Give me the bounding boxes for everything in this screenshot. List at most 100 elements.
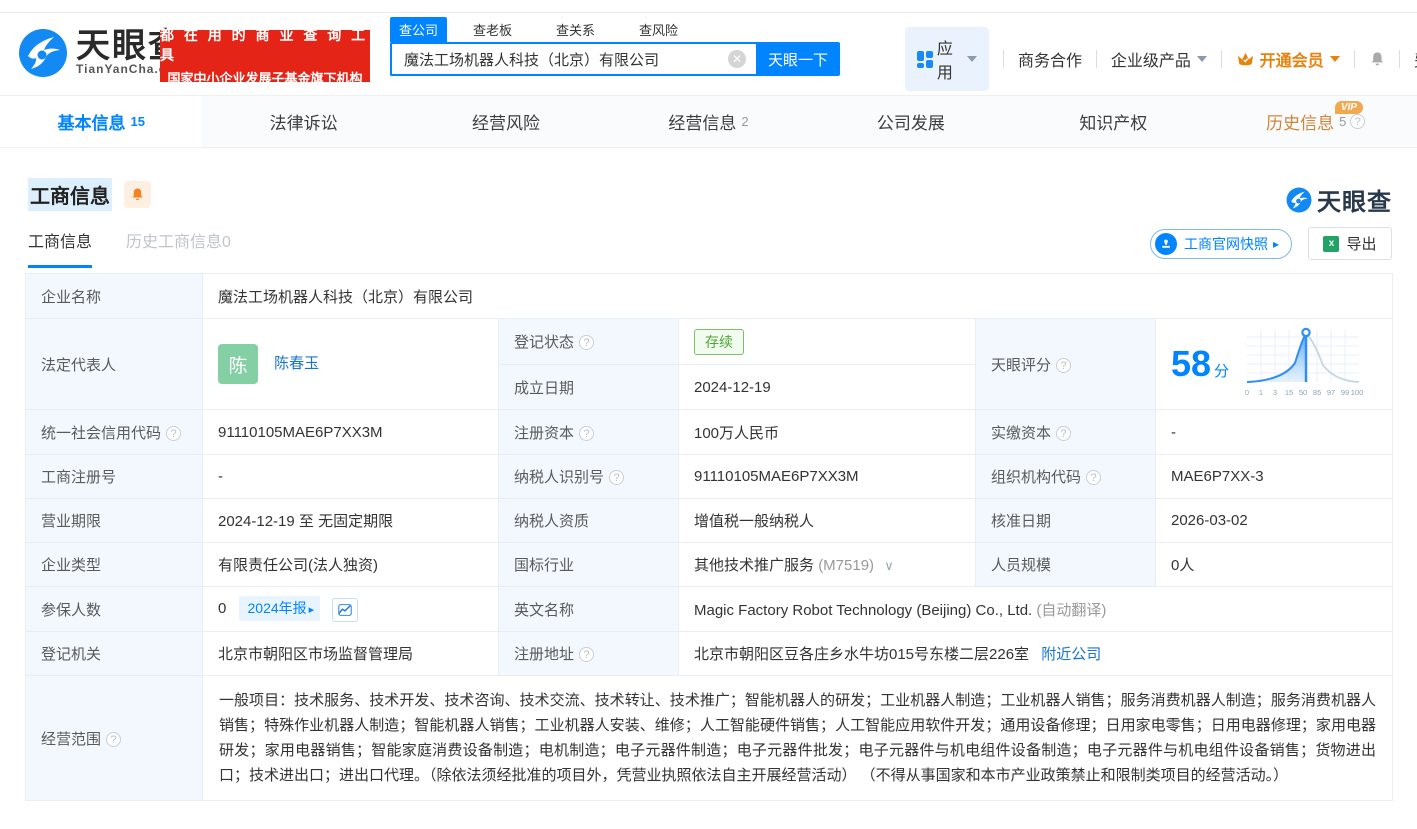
reg-status-value: 存续 — [679, 319, 976, 365]
tab-operation-risk[interactable]: 经营风险 — [405, 96, 607, 147]
question-icon[interactable]: ? — [579, 426, 594, 441]
bell-icon — [130, 187, 145, 202]
tab-operation-info[interactable]: 经营信息 2 — [607, 96, 809, 147]
label-text: 注册资本 — [514, 425, 574, 442]
company-name-value: 魔法工场机器人科技（北京）有限公司 — [203, 274, 1393, 319]
search-input[interactable] — [390, 42, 756, 76]
subtabs: 工商信息 历史工商信息0 — [28, 228, 265, 268]
apps-button[interactable]: 应用 — [905, 27, 989, 91]
tab-label: 知识产权 — [1079, 109, 1147, 134]
tab-label: 历史信息 — [1266, 109, 1334, 134]
business-term-label: 营业期限 — [26, 499, 203, 543]
legal-rep-link[interactable]: 陈春玉 — [274, 355, 319, 372]
tab-count: 15 — [130, 114, 144, 129]
search-button[interactable]: 天眼一下 — [756, 42, 840, 76]
official-snapshot-button[interactable]: 工商官网快照 ▸ — [1150, 229, 1292, 259]
label-text: 组织机构代码 — [991, 469, 1081, 486]
label-text: 天眼评分 — [991, 357, 1051, 374]
industry-code: (M7519) — [818, 557, 874, 574]
svg-text:15: 15 — [1285, 388, 1293, 397]
search-tabs: 查公司 查老板 查关系 查风险 — [390, 16, 840, 42]
company-type-label: 企业类型 — [26, 543, 203, 587]
snapshot-label: 工商官网快照 — [1184, 234, 1268, 254]
tab-count: 2 — [741, 114, 748, 129]
open-vip-button[interactable]: 开通会员 — [1236, 47, 1340, 71]
question-icon[interactable]: ? — [579, 335, 594, 350]
tab-label: 基本信息 — [57, 109, 125, 134]
arrow-right-icon: ▸ — [1273, 237, 1279, 251]
tab-intellectual-property[interactable]: 知识产权 — [1012, 96, 1214, 147]
staff-size-label: 人员规模 — [976, 543, 1156, 587]
apps-grid-icon — [917, 51, 930, 68]
english-name-value: Magic Factory Robot Technology (Beijing)… — [679, 587, 1393, 632]
question-icon[interactable]: ? — [1056, 358, 1071, 373]
reg-authority-value: 北京市朝阳区市场监督管理局 — [203, 632, 499, 676]
tab-count: 5 — [1339, 114, 1346, 129]
industry-value: 其他技术推广服务 (M7519) ∨ — [679, 543, 976, 587]
caret-down-icon — [1197, 56, 1207, 62]
subscribe-bell-button[interactable] — [124, 181, 151, 208]
tyc-score-label: 天眼评分? — [976, 319, 1156, 410]
tab-label: 经营风险 — [472, 109, 540, 134]
subtab-business-info[interactable]: 工商信息 — [28, 228, 92, 268]
divider — [1003, 50, 1004, 68]
business-term-value: 2024-12-19 至 无固定期限 — [203, 499, 499, 543]
company-name-label: 企业名称 — [26, 274, 203, 319]
section-title: 工商信息 — [28, 178, 112, 211]
trend-chart-icon — [338, 604, 352, 616]
question-icon[interactable]: ? — [609, 470, 624, 485]
tab-company-development[interactable]: 公司发展 — [810, 96, 1012, 147]
label-text: 统一社会信用代码 — [41, 425, 161, 442]
divider — [1354, 50, 1355, 68]
tab-history-info[interactable]: VIP 历史信息 5 ? — [1215, 96, 1417, 147]
table-row: 企业类型 有限责任公司(法人独资) 国标行业 其他技术推广服务 (M7519) … — [26, 543, 1393, 587]
report-tag-label: 2024年报 — [248, 600, 307, 616]
tab-legal-proceedings[interactable]: 法律诉讼 — [202, 96, 404, 147]
question-icon[interactable]: ? — [1350, 114, 1365, 129]
slogan-line1: 都 在 用 的 商 业 查 询 工 具 — [160, 25, 370, 65]
question-icon[interactable]: ? — [166, 426, 181, 441]
paid-capital-value: - — [1156, 410, 1393, 455]
question-icon[interactable]: ? — [106, 732, 121, 747]
nearby-companies-link[interactable]: 附近公司 — [1041, 646, 1101, 663]
divider — [1221, 50, 1222, 68]
legal-rep-avatar[interactable]: 陈 — [218, 344, 258, 384]
search-tab-relation[interactable]: 查关系 — [547, 17, 604, 42]
subtab-history-business-info[interactable]: 历史工商信息0 — [126, 228, 231, 268]
annual-report-tag[interactable]: 2024年报▸ — [239, 596, 321, 621]
watermark-text: 天眼查 — [1317, 182, 1392, 217]
watermark-logo: 天眼查 — [1286, 182, 1392, 217]
export-button[interactable]: x 导出 — [1308, 227, 1392, 260]
tyc-score-cell[interactable]: 58 分 — [1156, 319, 1393, 410]
question-icon[interactable]: ? — [1086, 470, 1101, 485]
legal-rep-cell: 陈 陈春玉 — [203, 319, 499, 410]
english-name-text: Magic Factory Robot Technology (Beijing)… — [694, 602, 1032, 619]
reg-authority-label: 登记机关 — [26, 632, 203, 676]
chevron-down-icon[interactable]: ∨ — [884, 558, 894, 573]
clear-icon[interactable]: ✕ — [728, 50, 746, 68]
trend-chart-button[interactable] — [332, 598, 358, 622]
approval-date-value: 2026-03-02 — [1156, 499, 1393, 543]
search-tab-risk[interactable]: 查风险 — [630, 17, 687, 42]
tab-label: 经营信息 — [668, 109, 736, 134]
notification-bell-icon[interactable] — [1369, 49, 1386, 69]
nav-enterprise-products[interactable]: 企业级产品 — [1111, 47, 1207, 71]
tab-basic-info[interactable]: 基本信息 15 — [0, 96, 202, 147]
nav-business-cooperation[interactable]: 商务合作 — [1018, 47, 1082, 71]
tianyancha-logo-icon — [1286, 187, 1312, 213]
table-row: 营业期限 2024-12-19 至 无固定期限 纳税人资质 增值税一般纳税人 核… — [26, 499, 1393, 543]
search-tab-company[interactable]: 查公司 — [390, 17, 447, 42]
table-row: 统一社会信用代码? 91110105MAE6P7XX3M 注册资本? 100万人… — [26, 410, 1393, 455]
label-text: 纳税人识别号 — [514, 469, 604, 486]
reg-address-value: 北京市朝阳区豆各庄乡水牛坊015号东楼二层226室 附近公司 — [679, 632, 1393, 676]
company-type-value: 有限责任公司(法人独资) — [203, 543, 499, 587]
score-value: 58 — [1171, 346, 1211, 382]
question-icon[interactable]: ? — [1056, 426, 1071, 441]
industry-label: 国标行业 — [499, 543, 679, 587]
search-tab-boss[interactable]: 查老板 — [464, 17, 521, 42]
tianyancha-company-page: 天眼查 TianYanCha.com 都 在 用 的 商 业 查 询 工 具 国… — [0, 0, 1417, 829]
label-text: 实缴资本 — [991, 425, 1051, 442]
taxpayer-id-value: 91110105MAE6P7XX3M — [679, 455, 976, 499]
org-code-label: 组织机构代码? — [976, 455, 1156, 499]
question-icon[interactable]: ? — [579, 647, 594, 662]
